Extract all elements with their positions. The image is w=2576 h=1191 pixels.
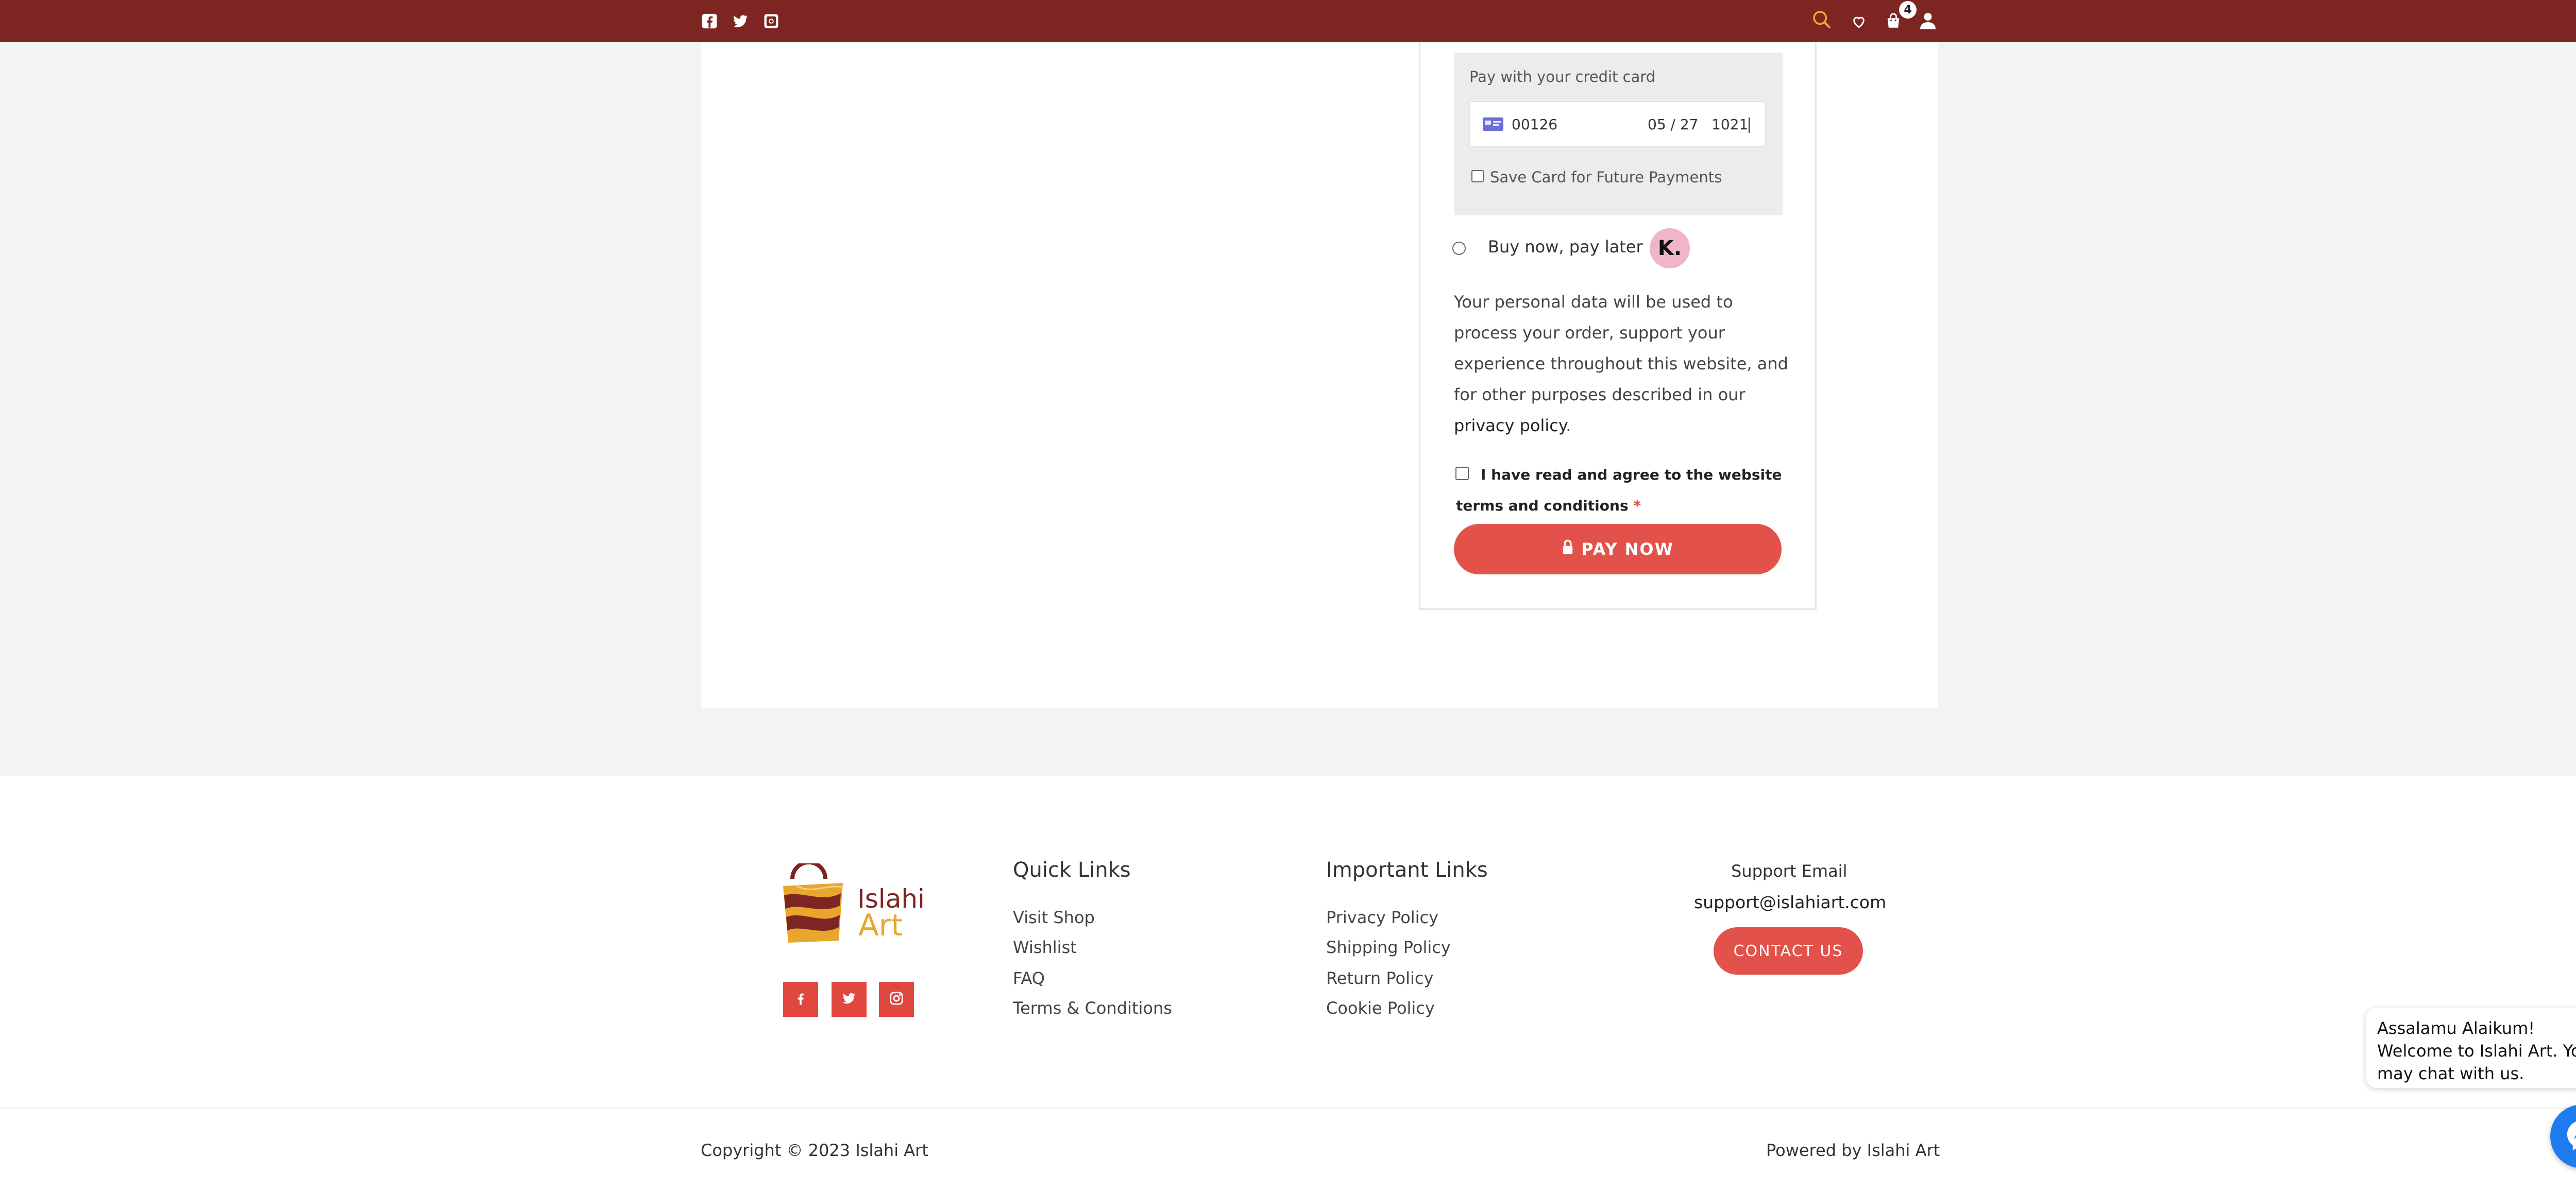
contact-us-button[interactable]: CONTACT US [1714, 927, 1863, 975]
privacy-notice-text: Your personal data will be used to proce… [1454, 292, 1788, 404]
klarna-logo: K. [1650, 228, 1690, 268]
important-links-heading: Important Links [1326, 858, 1488, 882]
privacy-notice: Your personal data will be used to proce… [1454, 286, 1794, 441]
instagram-icon[interactable] [762, 12, 780, 30]
terms-label: I have read and agree to the website ter… [1456, 460, 1786, 521]
support-email-link[interactable]: support@islahiart.com [1694, 892, 1886, 912]
footer-link-visit-shop[interactable]: Visit Shop [1013, 908, 1095, 927]
card-cvc-field[interactable]: 1021 [1711, 116, 1750, 133]
cart-count-badge: 4 [1899, 1, 1917, 19]
save-card-label: Save Card for Future Payments [1490, 168, 1722, 186]
save-card-checkbox[interactable] [1471, 170, 1484, 182]
pay-now-button[interactable]: PAY NOW [1454, 524, 1782, 574]
search-icon[interactable] [1811, 9, 1832, 30]
logo-text-art: Art [858, 908, 903, 943]
messenger-icon [2564, 1117, 2576, 1155]
facebook-icon[interactable] [701, 12, 718, 30]
quick-links-heading: Quick Links [1013, 858, 1131, 882]
top-bar: 4 [0, 0, 2576, 42]
footer-link-privacy-policy[interactable]: Privacy Policy [1326, 908, 1438, 927]
footer-facebook-button[interactable] [783, 982, 818, 1017]
footer-link-return-policy[interactable]: Return Policy [1326, 968, 1433, 988]
footer-instagram-button[interactable] [879, 982, 914, 1017]
terms-label-text: I have read and agree to the website ter… [1456, 466, 1782, 514]
terms-checkbox[interactable] [1455, 467, 1469, 480]
bnpl-radio[interactable] [1452, 242, 1466, 255]
credit-card-title: Pay with your credit card [1469, 68, 1656, 86]
required-marker: * [1633, 497, 1641, 514]
cart-icon[interactable] [1885, 12, 1902, 30]
user-icon[interactable] [1919, 11, 1937, 30]
credit-card-icon [1483, 117, 1503, 131]
pay-now-label: PAY NOW [1581, 539, 1674, 559]
card-expiry-field[interactable]: 05 / 27 [1648, 116, 1699, 133]
twitter-icon [841, 991, 857, 1008]
chat-greeting-bubble[interactable]: Assalamu Alaikum! Welcome to Islahi Art.… [2366, 1008, 2576, 1088]
footer-link-wishlist[interactable]: Wishlist [1013, 938, 1077, 957]
privacy-notice-end: . [1566, 416, 1571, 435]
bnpl-label: Buy now, pay later [1488, 237, 1643, 257]
footer-twitter-button[interactable] [832, 982, 867, 1017]
footer-link-faq[interactable]: FAQ [1013, 968, 1045, 988]
card-cvc-value: 1021 [1711, 116, 1749, 133]
instagram-icon [889, 991, 904, 1008]
footer-link-cookie-policy[interactable]: Cookie Policy [1326, 998, 1435, 1018]
site-footer [0, 776, 2576, 1108]
support-email-heading: Support Email [1731, 861, 1848, 881]
footer-link-shipping-policy[interactable]: Shipping Policy [1326, 938, 1451, 957]
twitter-icon[interactable] [732, 12, 749, 30]
card-number-field[interactable]: 00126 [1512, 116, 1557, 133]
footer-link-terms[interactable]: Terms & Conditions [1013, 998, 1172, 1018]
copyright-text: Copyright © 2023 Islahi Art [701, 1141, 928, 1160]
facebook-icon [793, 991, 808, 1008]
footer-bottom-bar [0, 1109, 2576, 1191]
heart-icon[interactable] [1851, 13, 1867, 30]
privacy-policy-link[interactable]: privacy policy [1454, 416, 1566, 435]
text-cursor [1749, 117, 1750, 133]
lock-icon [1562, 539, 1574, 559]
powered-by-text: Powered by Islahi Art [1766, 1141, 1940, 1160]
